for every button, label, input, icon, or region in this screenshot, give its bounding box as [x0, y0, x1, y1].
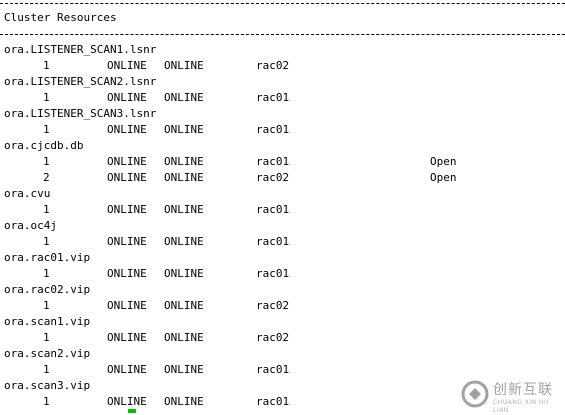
- terminal-output[interactable]: Cluster Resources ora.LISTENER_SCAN1.lsn…: [0, 0, 565, 414]
- watermark: 创新互联 CHUANG XIN HU LIAN: [461, 378, 561, 414]
- instance-target: ONLINE: [107, 299, 147, 312]
- instance-server: rac01: [256, 91, 290, 104]
- instance-number: 1: [43, 395, 50, 408]
- terminal-cursor: [128, 409, 136, 413]
- resource-name: ora.scan2.vip: [4, 347, 91, 360]
- instance-number: 2: [43, 171, 50, 184]
- instance-state: ONLINE: [164, 203, 204, 216]
- instance-target: ONLINE: [107, 267, 147, 280]
- resource-instance-row: 1 ONLINE ONLINE rac01: [0, 266, 565, 282]
- instance-state: ONLINE: [164, 91, 204, 104]
- instance-number: 1: [43, 155, 50, 168]
- instance-server: rac01: [256, 395, 290, 408]
- instance-state: ONLINE: [164, 363, 204, 376]
- instance-server: rac01: [256, 235, 290, 248]
- resource-name: ora.scan3.vip: [4, 379, 91, 392]
- instance-number: 1: [43, 331, 50, 344]
- resource-name: ora.cvu: [4, 187, 51, 200]
- instance-server: rac01: [256, 363, 290, 376]
- resource-name: ora.cjcdb.db: [4, 139, 84, 152]
- resource-instance-row: 1 ONLINE ONLINE rac01: [0, 90, 565, 106]
- instance-target: ONLINE: [107, 395, 147, 408]
- resource-instance-row: 1 ONLINE ONLINE rac01: [0, 122, 565, 138]
- resource-name: ora.oc4j: [4, 219, 57, 232]
- instance-state: ONLINE: [164, 155, 204, 168]
- instance-target: ONLINE: [107, 203, 147, 216]
- brand-logo-icon: [461, 380, 489, 408]
- instance-server: rac02: [256, 299, 290, 312]
- instance-target: ONLINE: [107, 331, 147, 344]
- instance-state: ONLINE: [164, 235, 204, 248]
- top-divider: [0, 3, 565, 4]
- instance-state: ONLINE: [164, 331, 204, 344]
- instance-number: 1: [43, 203, 50, 216]
- resource-name: ora.rac01.vip: [4, 251, 91, 264]
- instance-target: ONLINE: [107, 123, 147, 136]
- watermark-brand-text: 创新互联: [493, 382, 553, 398]
- resource-name: ora.rac02.vip: [4, 283, 91, 296]
- instance-number: 1: [43, 123, 50, 136]
- instance-state: ONLINE: [164, 299, 204, 312]
- instance-server: rac02: [256, 331, 290, 344]
- instance-number: 1: [43, 299, 50, 312]
- instance-number: 1: [43, 59, 50, 72]
- resource-name: ora.scan1.vip: [4, 315, 91, 328]
- instance-server: rac02: [256, 59, 290, 72]
- resource-name: ora.LISTENER_SCAN2.lsnr: [4, 75, 157, 88]
- instance-state: ONLINE: [164, 123, 204, 136]
- instance-target: ONLINE: [107, 363, 147, 376]
- instance-state: ONLINE: [164, 395, 204, 408]
- instance-target: ONLINE: [107, 235, 147, 248]
- instance-details: Open: [430, 155, 457, 168]
- instance-server: rac01: [256, 123, 290, 136]
- resource-instance-row: 1 ONLINE ONLINE rac01: [0, 234, 565, 250]
- instance-server: rac01: [256, 267, 290, 280]
- resource-name: ora.LISTENER_SCAN1.lsnr: [4, 43, 157, 56]
- instance-target: ONLINE: [107, 91, 147, 104]
- instance-server: rac01: [256, 203, 290, 216]
- watermark-sub-text: CHUANG XIN HU LIAN: [493, 399, 549, 414]
- section-divider: [0, 34, 565, 35]
- instance-number: 1: [43, 363, 50, 376]
- instance-number: 1: [43, 267, 50, 280]
- resource-instance-row: 1 ONLINE ONLINE rac01: [0, 202, 565, 218]
- instance-state: ONLINE: [164, 171, 204, 184]
- resource-instance-row: 2 ONLINE ONLINE rac02 Open: [0, 170, 565, 186]
- instance-state: ONLINE: [164, 267, 204, 280]
- instance-target: ONLINE: [107, 171, 147, 184]
- resource-instance-row: 1 ONLINE ONLINE rac02: [0, 58, 565, 74]
- section-title: Cluster Resources: [4, 11, 117, 24]
- instance-target: ONLINE: [107, 155, 147, 168]
- instance-server: rac02: [256, 171, 290, 184]
- instance-details: Open: [430, 171, 457, 184]
- instance-state: ONLINE: [164, 59, 204, 72]
- instance-server: rac01: [256, 155, 290, 168]
- instance-number: 1: [43, 91, 50, 104]
- resource-instance-row: 1 ONLINE ONLINE rac02: [0, 330, 565, 346]
- resource-name: ora.LISTENER_SCAN3.lsnr: [4, 107, 157, 120]
- instance-target: ONLINE: [107, 59, 147, 72]
- instance-number: 1: [43, 235, 50, 248]
- resource-instance-row: 1 ONLINE ONLINE rac01: [0, 362, 565, 378]
- resource-instance-row: 1 ONLINE ONLINE rac02: [0, 298, 565, 314]
- resource-instance-row: 1 ONLINE ONLINE rac01 Open: [0, 154, 565, 170]
